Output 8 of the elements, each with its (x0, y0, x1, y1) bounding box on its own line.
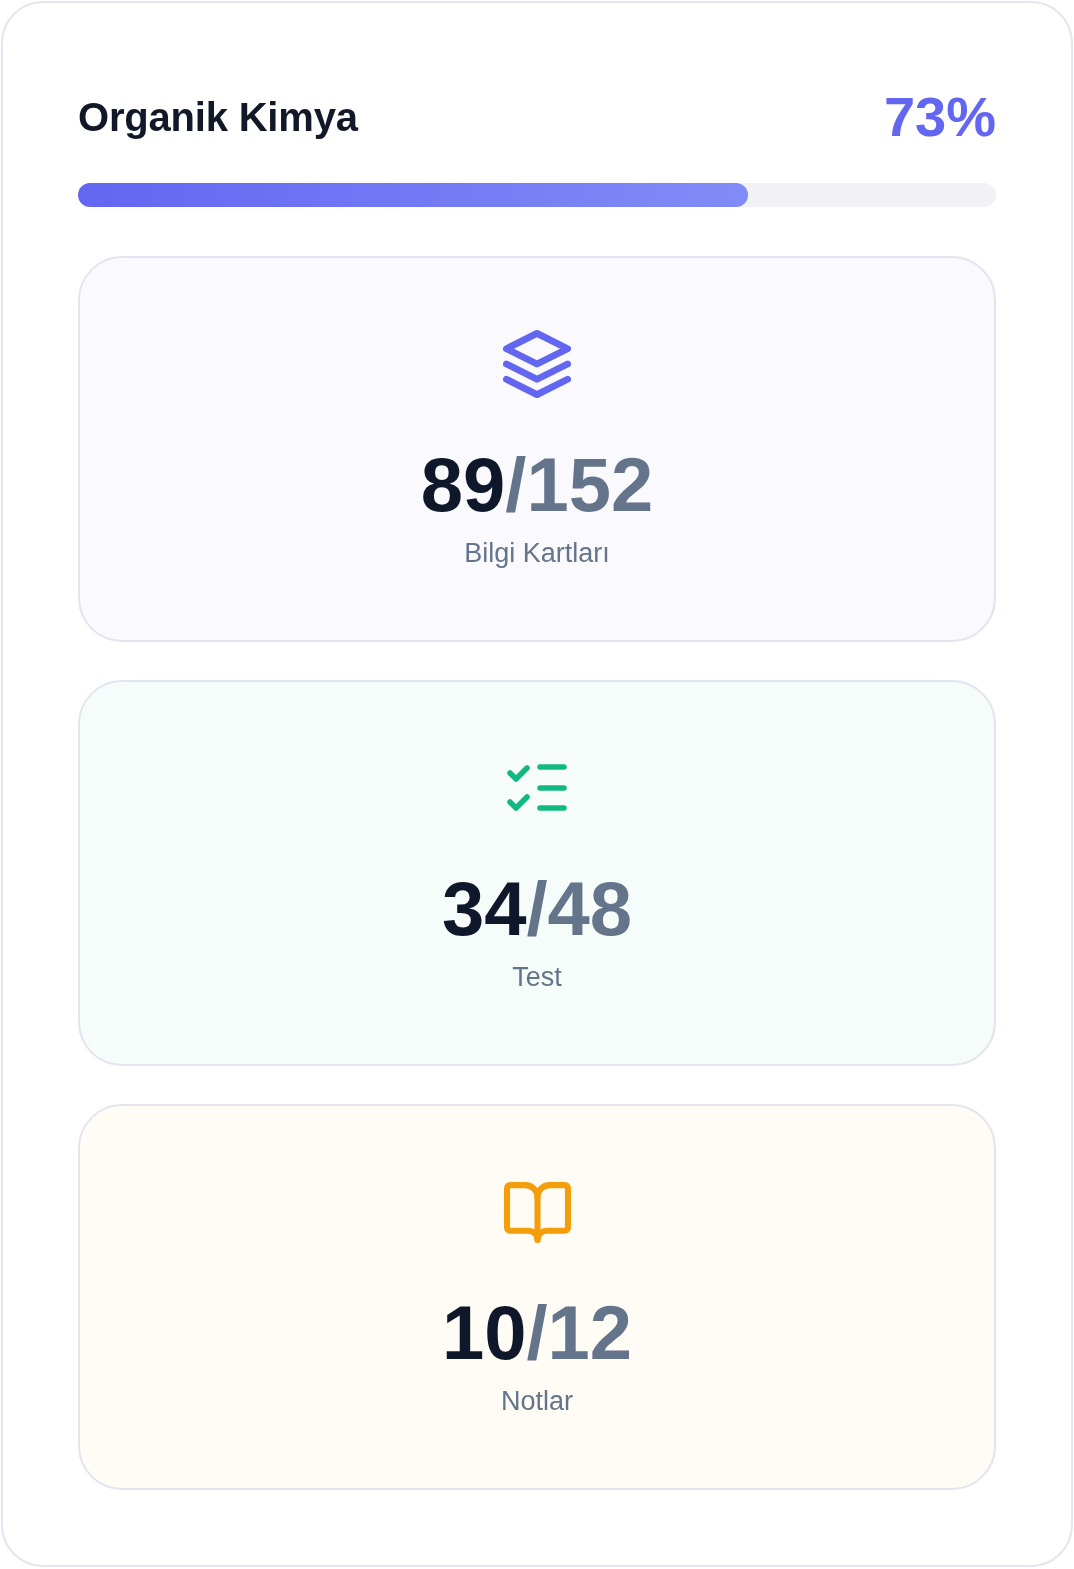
progress-percent: 73% (883, 89, 996, 145)
stat-count: 34/48 (441, 871, 633, 947)
stat-count: 10/12 (441, 1295, 633, 1371)
stat-label: Notlar (501, 1385, 573, 1418)
stat-label: Bilgi Kartları (464, 537, 610, 570)
course-title: Organik Kimya (78, 94, 358, 140)
stat-label: Test (512, 961, 562, 994)
stat-count: 89/152 (420, 447, 654, 523)
